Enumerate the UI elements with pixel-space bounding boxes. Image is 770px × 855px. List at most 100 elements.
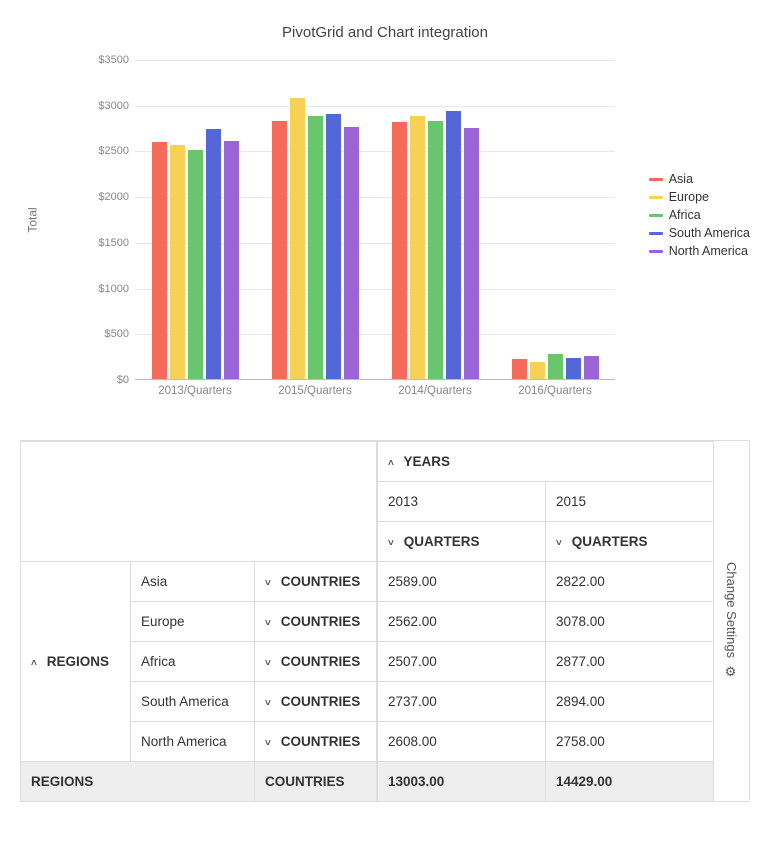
data-cell: 2822.00: [546, 562, 714, 602]
pivot-corner-blank: [21, 442, 377, 562]
bar[interactable]: [272, 121, 287, 379]
years-header-cell[interactable]: ˄ YEARS: [378, 442, 714, 482]
bar[interactable]: [584, 356, 599, 379]
y-tick-label: $3500: [85, 54, 129, 66]
legend-item[interactable]: Africa: [649, 206, 750, 224]
y-tick-label: $1000: [85, 283, 129, 295]
x-tick-label: 2015/Quarters: [278, 385, 352, 397]
legend-item[interactable]: South America: [649, 224, 750, 242]
bar[interactable]: [410, 116, 425, 379]
total-cell: 13003.00: [378, 762, 546, 802]
bar[interactable]: [512, 359, 527, 379]
row-label[interactable]: Asia: [131, 562, 255, 602]
chevron-down-icon: ˅: [265, 738, 277, 749]
pivot-grid-row-headers: ˄ REGIONS Asia ˅ COUNTRIES Europe ˅ COUN…: [20, 441, 377, 802]
legend-label: North America: [669, 242, 748, 260]
years-header-label: YEARS: [404, 454, 451, 469]
chart-legend: AsiaEuropeAfricaSouth AmericaNorth Ameri…: [649, 170, 750, 260]
row-label[interactable]: Europe: [131, 602, 255, 642]
y-tick-label: $1500: [85, 237, 129, 249]
pivot-grid-data: ˄ YEARS 2013 2015 ˅ QUARTERS ˅ QUARTERS …: [377, 441, 714, 802]
quarters-header-label: QUARTERS: [404, 534, 480, 549]
legend-swatch: [649, 232, 663, 235]
pivot-grid: ˄ REGIONS Asia ˅ COUNTRIES Europe ˅ COUN…: [20, 440, 750, 802]
countries-header-cell[interactable]: ˅ COUNTRIES: [255, 682, 377, 722]
x-tick-label: 2013/Quarters: [158, 385, 232, 397]
change-settings-label: Change Settings: [724, 562, 739, 658]
row-label[interactable]: North America: [131, 722, 255, 762]
row-label[interactable]: South America: [131, 682, 255, 722]
bar-group: [392, 111, 479, 379]
quarters-header-cell[interactable]: ˅ QUARTERS: [546, 522, 714, 562]
data-cell: 3078.00: [546, 602, 714, 642]
bar-group: [272, 98, 359, 379]
data-cell: 2562.00: [378, 602, 546, 642]
y-tick-label: $3000: [85, 100, 129, 112]
x-tick-label: 2014/Quarters: [398, 385, 472, 397]
chart-plot-area: $0$500$1000$1500$2000$2500$3000$3500 201…: [80, 60, 620, 400]
regions-total-label: REGIONS: [21, 762, 255, 802]
chevron-down-icon: ˅: [388, 538, 400, 549]
countries-total-label: COUNTRIES: [255, 762, 377, 802]
gear-icon: ⚙: [724, 665, 739, 680]
bar[interactable]: [446, 111, 461, 379]
chevron-down-icon: ˅: [265, 618, 277, 629]
bar[interactable]: [308, 116, 323, 379]
countries-header-cell[interactable]: ˅ COUNTRIES: [255, 722, 377, 762]
bar[interactable]: [464, 128, 479, 379]
countries-header-cell[interactable]: ˅ COUNTRIES: [255, 642, 377, 682]
data-cell: 2758.00: [546, 722, 714, 762]
chevron-down-icon: ˅: [265, 658, 277, 669]
bar-group: [152, 129, 239, 379]
bar[interactable]: [548, 354, 563, 379]
bar[interactable]: [530, 362, 545, 379]
gridline: [135, 60, 615, 61]
countries-header-label: COUNTRIES: [281, 694, 361, 709]
change-settings-panel[interactable]: Change Settings ⚙: [714, 441, 750, 802]
bar[interactable]: [326, 114, 341, 379]
year-cell[interactable]: 2013: [378, 482, 546, 522]
regions-header-label: REGIONS: [47, 654, 109, 669]
data-cell: 2877.00: [546, 642, 714, 682]
regions-header-cell[interactable]: ˄ REGIONS: [21, 562, 131, 762]
bar[interactable]: [206, 129, 221, 379]
bar[interactable]: [152, 142, 167, 379]
bar[interactable]: [290, 98, 305, 379]
legend-label: Asia: [669, 170, 693, 188]
bar[interactable]: [188, 150, 203, 379]
legend-swatch: [649, 250, 663, 253]
legend-item[interactable]: North America: [649, 242, 750, 260]
y-tick-label: $2500: [85, 145, 129, 157]
legend-item[interactable]: Europe: [649, 188, 750, 206]
bar[interactable]: [170, 145, 185, 379]
bar[interactable]: [224, 141, 239, 379]
bar[interactable]: [428, 121, 443, 379]
legend-swatch: [649, 214, 663, 217]
quarters-header-cell[interactable]: ˅ QUARTERS: [378, 522, 546, 562]
countries-header-label: COUNTRIES: [281, 614, 361, 629]
legend-label: South America: [669, 224, 750, 242]
legend-label: Europe: [669, 188, 709, 206]
bar[interactable]: [566, 358, 581, 379]
countries-header-cell[interactable]: ˅ COUNTRIES: [255, 562, 377, 602]
chevron-down-icon: ˅: [265, 578, 277, 589]
y-axis-title: Total: [26, 207, 40, 232]
chart-container: PivotGrid and Chart integration Total $0…: [20, 20, 750, 420]
data-cell: 2894.00: [546, 682, 714, 722]
legend-swatch: [649, 178, 663, 181]
chevron-up-icon: ˄: [31, 658, 43, 669]
y-tick-label: $0: [85, 374, 129, 386]
year-cell[interactable]: 2015: [546, 482, 714, 522]
chevron-down-icon: ˅: [265, 698, 277, 709]
legend-item[interactable]: Asia: [649, 170, 750, 188]
chevron-down-icon: ˅: [556, 538, 568, 549]
data-cell: 2608.00: [378, 722, 546, 762]
y-tick-label: $2000: [85, 191, 129, 203]
data-cell: 2737.00: [378, 682, 546, 722]
legend-label: Africa: [669, 206, 701, 224]
row-label[interactable]: Africa: [131, 642, 255, 682]
data-cell: 2507.00: [378, 642, 546, 682]
countries-header-cell[interactable]: ˅ COUNTRIES: [255, 602, 377, 642]
bar[interactable]: [392, 122, 407, 379]
bar[interactable]: [344, 127, 359, 379]
